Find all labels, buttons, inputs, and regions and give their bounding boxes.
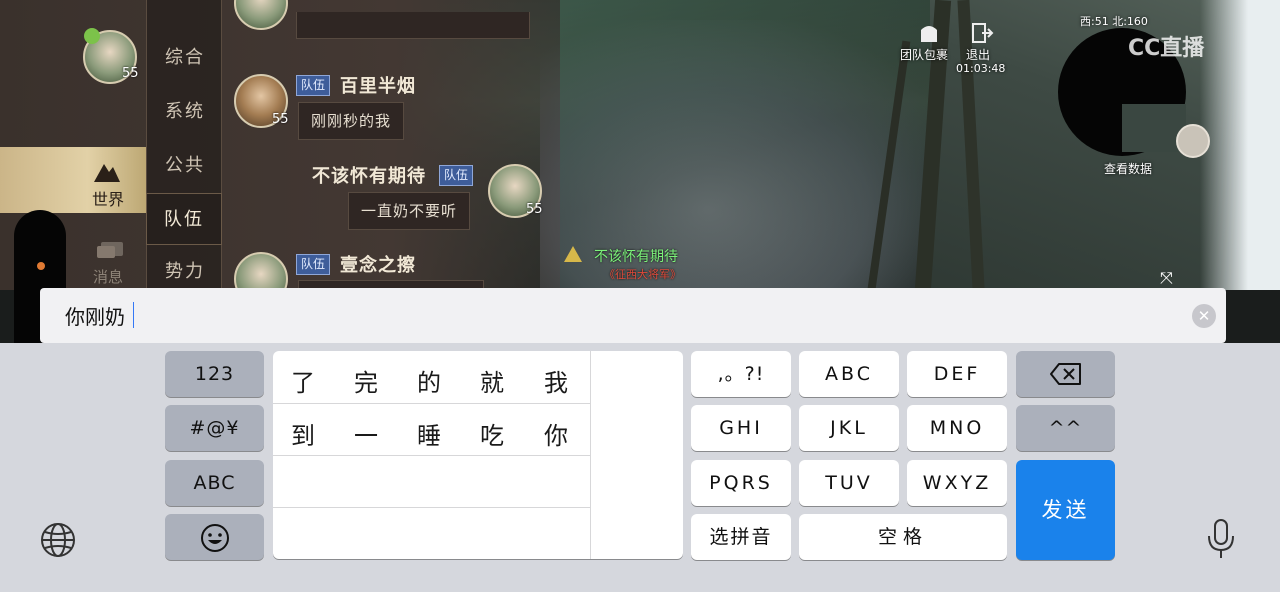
scene-sky <box>1200 0 1280 290</box>
candidate-word[interactable]: 完 <box>346 363 386 398</box>
key-label: ABC <box>825 363 873 385</box>
chat-message-text: 一直奶不要听 <box>348 192 471 230</box>
key-label: MNO <box>929 417 985 439</box>
candidate-word[interactable]: 一 <box>346 416 386 451</box>
team-tag: 队伍 <box>296 254 331 275</box>
key-wxyz[interactable]: WXYZ <box>907 460 1007 506</box>
key-123[interactable]: 123 <box>165 351 264 397</box>
candidate-word[interactable]: 就 <box>472 363 512 398</box>
chat-message-text: 刚刚秒的我 <box>298 102 405 140</box>
key-label: ,。?! <box>717 363 765 385</box>
key-label: WXYZ <box>922 472 992 494</box>
channel-tab-public[interactable]: 公共 <box>147 140 223 192</box>
candidate-word[interactable]: 你 <box>536 416 576 451</box>
bag-icon <box>921 26 937 42</box>
key-label: GHI <box>719 417 763 439</box>
key-label: 空格 <box>877 526 928 548</box>
exit-icon <box>972 23 994 43</box>
chat-bubble-partial <box>296 12 530 39</box>
key-ghi[interactable]: GHI <box>691 405 791 451</box>
key-pqrs[interactable]: PQRS <box>691 460 791 506</box>
key-label: ^^ <box>1048 417 1083 439</box>
chat-level: 55 <box>272 112 289 127</box>
send-button[interactable]: 发送 <box>1016 460 1115 560</box>
text-caret <box>133 302 134 328</box>
dungeon-timer: 01:03:48 <box>956 62 1006 75</box>
key-label: JKL <box>830 417 868 439</box>
candidate-word[interactable]: 到 <box>283 416 323 451</box>
key-label: #@¥ <box>189 417 240 439</box>
key-label: DEF <box>933 363 981 385</box>
key-label: TUV <box>825 472 873 494</box>
handle-indicator-dot <box>37 262 45 270</box>
key-backspace[interactable] <box>1016 351 1115 397</box>
key-label: PQRS <box>709 472 773 494</box>
emoji-icon <box>200 524 229 552</box>
tab-world[interactable] <box>0 147 146 213</box>
mountain-icon <box>94 164 120 182</box>
chat-sender-name[interactable]: 壹念之擦 <box>340 251 416 277</box>
divider <box>590 351 591 559</box>
candidate-word[interactable]: 吃 <box>472 416 512 451</box>
tab-messages-label[interactable]: 消息 <box>93 266 123 287</box>
channel-tab-team[interactable]: 队伍 <box>146 193 222 245</box>
key-symbols[interactable]: #@¥ <box>165 405 264 451</box>
vip-badge-icon <box>84 28 100 44</box>
game-scene[interactable]: 55 世界 消息 综合 系统 公共 队伍 势力 55 队伍 百里半烟 刚刚秒的我… <box>0 0 1280 290</box>
key-abc[interactable]: ABC <box>165 460 264 506</box>
chat-level: 55 <box>526 202 543 217</box>
tab-world-label: 世界 <box>92 190 125 209</box>
player-name: 不该怀有期待 <box>594 249 678 265</box>
key-punctuation[interactable]: ,。?! <box>691 351 791 397</box>
chat-input-bar[interactable] <box>40 288 1226 343</box>
clear-circle-icon[interactable]: ✕ <box>1192 304 1216 328</box>
candidate-word[interactable]: 了 <box>283 363 323 398</box>
key-mno[interactable]: MNO <box>907 405 1007 451</box>
channel-tab-system[interactable]: 系统 <box>147 86 223 138</box>
self-level: 55 <box>122 66 139 81</box>
channel-tab-general[interactable]: 综合 <box>147 32 223 84</box>
team-tag: 队伍 <box>439 165 474 186</box>
chat-sender-name[interactable]: 百里半烟 <box>340 72 416 98</box>
globe-icon[interactable] <box>40 522 76 558</box>
key-abc-letters[interactable]: ABC <box>799 351 899 397</box>
key-def[interactable]: DEF <box>907 351 1007 397</box>
key-label: ABC <box>193 472 236 494</box>
key-label: 选拼音 <box>709 526 773 548</box>
key-emoticon[interactable]: ^^ <box>1016 405 1115 451</box>
expand-icon[interactable]: ⤧ <box>1160 268 1180 288</box>
emblem-icon <box>564 246 582 262</box>
key-label: 123 <box>194 363 235 385</box>
chat-bubble-icon <box>97 242 123 258</box>
player-title: 《征西大将军》 <box>604 268 681 281</box>
channel-nav: 综合 系统 公共 队伍 势力 <box>146 0 222 290</box>
team-bag-button[interactable]: 团队包裹 <box>900 46 948 63</box>
view-data-button[interactable]: 查看数据 <box>1104 160 1152 177</box>
divider <box>273 455 590 456</box>
key-emoji[interactable] <box>165 514 264 560</box>
exit-button[interactable]: 退出 <box>966 46 990 63</box>
map-coords: 西:51 北:160 <box>1080 15 1148 28</box>
cc-live-watermark: CC直播 <box>1128 36 1205 61</box>
key-tuv[interactable]: TUV <box>799 460 899 506</box>
stats-icon[interactable] <box>1176 124 1210 158</box>
chat-panel <box>0 0 560 290</box>
team-tag: 队伍 <box>296 75 331 96</box>
candidate-word[interactable]: 的 <box>409 363 449 398</box>
candidate-word[interactable]: 睡 <box>409 416 449 451</box>
backspace-icon <box>1049 363 1081 385</box>
key-jkl[interactable]: JKL <box>799 405 899 451</box>
chat-input-field[interactable]: 你刚奶 <box>65 301 125 330</box>
microphone-icon[interactable] <box>1205 518 1237 560</box>
divider <box>273 507 590 508</box>
key-select-pinyin[interactable]: 选拼音 <box>691 514 791 560</box>
send-button-label: 发送 <box>1041 498 1090 522</box>
candidate-word[interactable]: 我 <box>536 363 576 398</box>
key-space[interactable]: 空格 <box>799 514 1007 560</box>
channel-tab-faction[interactable]: 势力 <box>147 246 223 290</box>
chat-sender-name[interactable]: 不该怀有期待 <box>312 162 426 188</box>
divider <box>273 403 590 404</box>
